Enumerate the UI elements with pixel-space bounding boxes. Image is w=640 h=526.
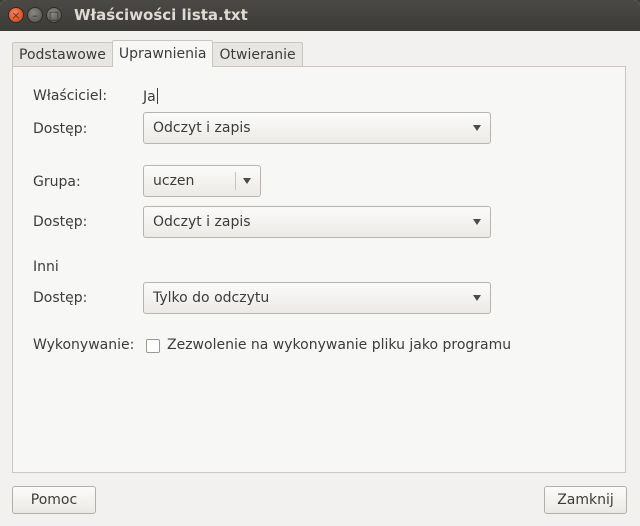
- permissions-panel: Właściciel: Ja Dostęp: Odczyt i zapis Gr…: [12, 66, 626, 473]
- tab-bar: Podstawowe Uprawnienia Otwieranie: [12, 40, 303, 67]
- others-label: Inni: [33, 259, 59, 275]
- owner-access-label: Dostęp:: [33, 121, 88, 137]
- dropdown-arrow-icon: [473, 125, 481, 131]
- group-access-value: Odczyt i zapis: [153, 214, 251, 230]
- tab-basic[interactable]: Podstawowe: [12, 42, 113, 67]
- dropdown-arrow-icon: [243, 178, 251, 184]
- execute-checkbox-label[interactable]: Zezwolenie na wykonywanie pliku jako pro…: [167, 337, 511, 353]
- owner-value: Ja: [143, 88, 158, 105]
- combo-separator: [235, 172, 236, 190]
- dropdown-arrow-icon: [473, 219, 481, 225]
- group-access-label: Dostęp:: [33, 214, 88, 230]
- properties-window: × – □ Właściwości lista.txt Podstawowe U…: [0, 0, 640, 526]
- dropdown-arrow-icon: [473, 295, 481, 301]
- help-button[interactable]: Pomoc: [12, 486, 96, 514]
- group-value: uczen: [153, 173, 195, 189]
- execute-checkbox[interactable]: [146, 339, 160, 353]
- close-button[interactable]: Zamknij: [544, 486, 627, 514]
- window-title: Właściwości lista.txt: [74, 6, 248, 24]
- group-label: Grupa:: [33, 174, 81, 190]
- close-window-icon[interactable]: ×: [8, 7, 24, 23]
- others-access-dropdown[interactable]: Tylko do odczytu: [143, 282, 491, 314]
- maximize-window-icon[interactable]: □: [46, 7, 62, 23]
- others-access-label: Dostęp:: [33, 290, 88, 306]
- group-dropdown[interactable]: uczen: [143, 165, 261, 197]
- tab-permissions[interactable]: Uprawnienia: [111, 40, 214, 67]
- owner-access-value: Odczyt i zapis: [153, 120, 251, 136]
- title-bar: × – □ Właściwości lista.txt: [0, 0, 640, 31]
- group-access-dropdown[interactable]: Odczyt i zapis: [143, 206, 491, 238]
- text-cursor: [156, 88, 158, 104]
- owner-label: Właściciel:: [33, 88, 108, 104]
- owner-access-dropdown[interactable]: Odczyt i zapis: [143, 112, 491, 144]
- tab-open-with[interactable]: Otwieranie: [212, 42, 303, 67]
- minimize-window-icon[interactable]: –: [27, 7, 43, 23]
- execute-label: Wykonywanie:: [33, 337, 135, 353]
- others-access-value: Tylko do odczytu: [153, 290, 270, 306]
